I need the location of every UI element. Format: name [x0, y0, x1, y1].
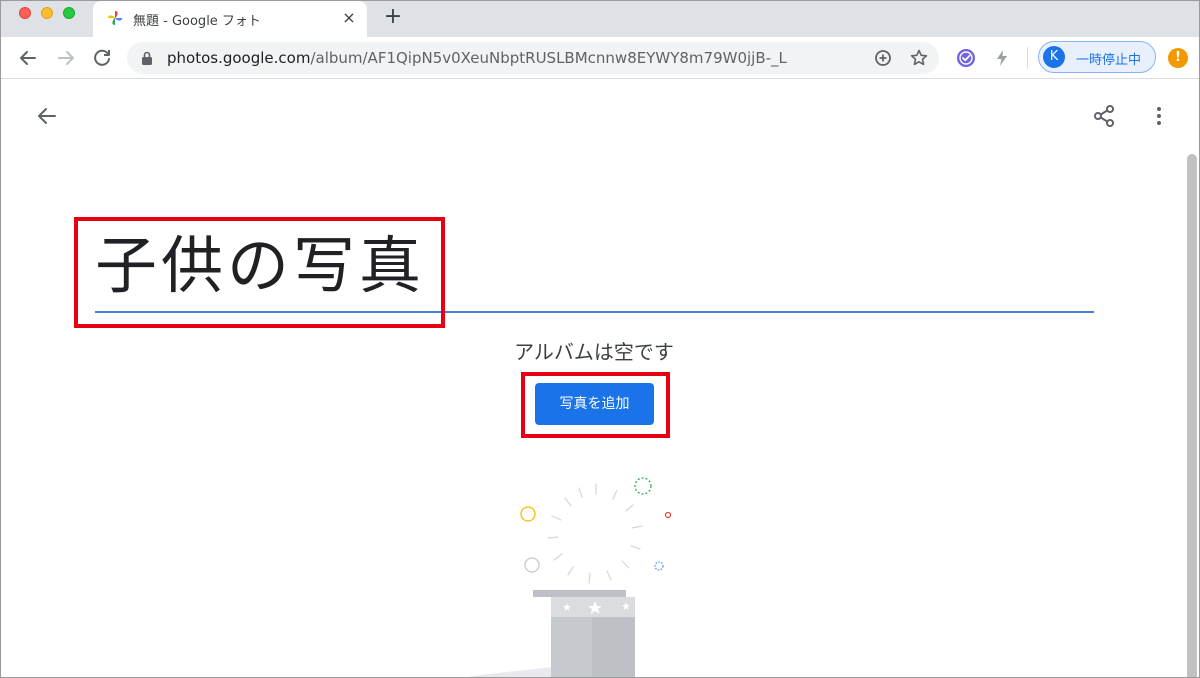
extension-check-icon[interactable]	[953, 45, 979, 71]
forward-arrow-icon[interactable]	[53, 45, 79, 71]
tab-title: 無題 - Google フォト	[133, 14, 261, 29]
url-host: photos.google.com	[167, 49, 311, 67]
highlight-box-title	[74, 217, 445, 328]
close-window-button[interactable]	[19, 7, 31, 19]
arrow-left-icon[interactable]	[33, 102, 61, 130]
alert-icon[interactable]: !	[1168, 48, 1188, 68]
tab-strip: 無題 - Google フォト × +	[1, 1, 1199, 37]
back-arrow-icon[interactable]	[15, 45, 41, 71]
zoom-plus-icon[interactable]	[873, 48, 893, 68]
lock-icon[interactable]	[141, 51, 153, 65]
tab-google-photos[interactable]: 無題 - Google フォト ×	[93, 1, 367, 37]
profile-status-label: 一時停止中	[1076, 53, 1142, 68]
reload-icon[interactable]	[89, 45, 115, 71]
new-tab-button[interactable]: +	[382, 4, 404, 30]
tab-close-icon[interactable]: ×	[340, 9, 358, 27]
share-icon[interactable]	[1091, 102, 1117, 130]
toolbar-divider	[1027, 47, 1028, 69]
scrollbar[interactable]	[1187, 154, 1197, 677]
magic-hat-illustration	[471, 477, 672, 677]
url-text[interactable]: photos.google.com/album/AF1QipN5v0XeuNbp…	[167, 48, 787, 68]
profile-button[interactable]: K 一時停止中	[1038, 41, 1156, 73]
browser-toolbar: photos.google.com/album/AF1QipN5v0XeuNbp…	[1, 37, 1199, 79]
browser-window: 無題 - Google フォト × + photos.google.com/al…	[0, 0, 1200, 678]
url-path: /album/AF1QipN5v0XeuNbptRUSLBMcnnw8EYWY8…	[310, 49, 787, 67]
google-photos-album-page: 子供の写真 アルバムは空です 写真を追加	[1, 80, 1199, 677]
lightning-extension-icon[interactable]	[989, 45, 1015, 71]
star-bookmark-icon[interactable]	[909, 48, 929, 68]
google-photos-icon	[108, 11, 122, 25]
zoom-window-button[interactable]	[63, 7, 75, 19]
empty-album-message: アルバムは空です	[514, 340, 674, 364]
address-bar[interactable]: photos.google.com/album/AF1QipN5v0XeuNbp…	[127, 42, 939, 74]
minimize-window-button[interactable]	[41, 7, 53, 19]
highlight-box-button	[521, 372, 670, 438]
avatar: K	[1043, 46, 1065, 68]
more-vert-icon[interactable]	[1149, 102, 1169, 130]
